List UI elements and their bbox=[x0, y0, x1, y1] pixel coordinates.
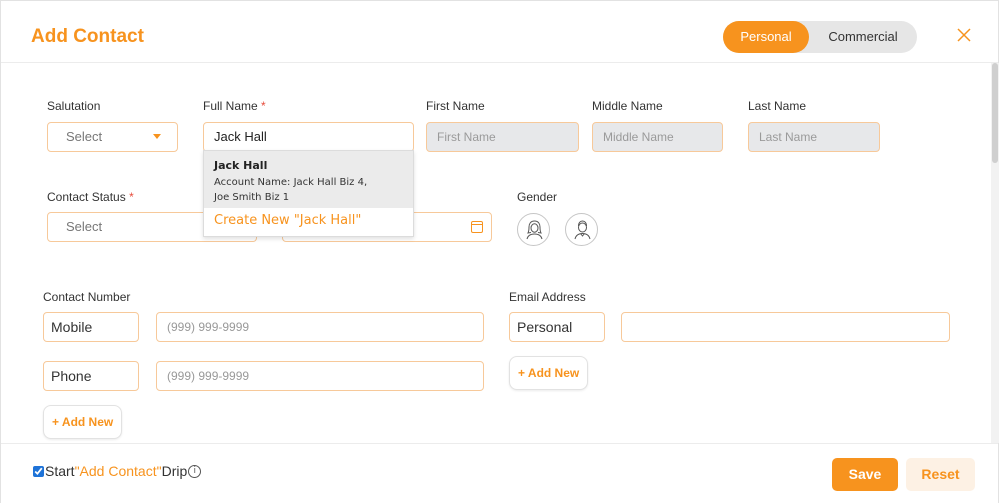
drip-suffix-text: Drip bbox=[161, 463, 188, 479]
start-drip-checkbox[interactable] bbox=[33, 465, 44, 477]
middle-name-input[interactable]: Middle Name bbox=[592, 122, 723, 152]
autocomplete-option[interactable]: Jack Hall Account Name: Jack Hall Biz 4,… bbox=[204, 151, 413, 208]
email-input[interactable] bbox=[621, 312, 950, 342]
chevron-down-icon bbox=[153, 134, 161, 139]
middle-name-placeholder: Middle Name bbox=[603, 130, 674, 144]
salutation-value: Select bbox=[66, 129, 103, 144]
required-marker: * bbox=[261, 99, 266, 113]
mobile-type-value: Mobile bbox=[51, 319, 93, 335]
gender-label: Gender bbox=[517, 190, 558, 204]
scrollbar-thumb[interactable] bbox=[992, 63, 998, 163]
add-contact-number-button[interactable]: + Add New bbox=[43, 405, 123, 439]
first-name-label: First Name bbox=[426, 99, 485, 113]
contact-number-label: Contact Number bbox=[43, 290, 131, 304]
full-name-input[interactable]: Jack Hall bbox=[203, 122, 414, 152]
mobile-number-input[interactable]: (999) 999-9999 bbox=[156, 312, 484, 342]
contact-status-label: Contact Status * bbox=[47, 190, 134, 204]
salutation-select[interactable]: Select bbox=[47, 122, 178, 152]
last-name-label: Last Name bbox=[748, 99, 807, 113]
gender-male-button[interactable] bbox=[565, 213, 598, 246]
drip-name-text: "Add Contact" bbox=[74, 463, 162, 479]
full-name-autocomplete-dropdown: Jack Hall Account Name: Jack Hall Biz 4,… bbox=[203, 150, 414, 237]
email-type-select[interactable]: Personal bbox=[509, 312, 605, 342]
full-name-label: Full Name * bbox=[203, 99, 266, 113]
phone-type-select[interactable]: Phone bbox=[43, 361, 139, 391]
vertical-scrollbar[interactable] bbox=[991, 63, 999, 443]
info-icon[interactable]: i bbox=[188, 464, 202, 478]
add-email-button[interactable]: + Add New bbox=[509, 356, 589, 390]
toggle-personal-button[interactable]: Personal bbox=[723, 21, 809, 53]
option-account-line-2: Joe Smith Biz 1 bbox=[214, 192, 290, 203]
required-marker: * bbox=[129, 190, 134, 204]
phone-number-input[interactable]: (999) 999-9999 bbox=[156, 361, 484, 391]
mobile-number-placeholder: (999) 999-9999 bbox=[167, 320, 250, 334]
modal-title: Add Contact bbox=[31, 26, 144, 47]
female-avatar-icon bbox=[526, 220, 543, 240]
email-type-value: Personal bbox=[517, 319, 573, 335]
option-account-names: Account Name: Jack Hall Biz 4, Joe Smith… bbox=[214, 175, 403, 205]
drip-prefix-text: Start bbox=[45, 463, 75, 479]
save-button[interactable]: Save bbox=[832, 458, 898, 491]
modal-header: Add Contact Personal Commercial bbox=[1, 1, 998, 63]
gender-female-button[interactable] bbox=[517, 213, 550, 246]
phone-number-placeholder: (999) 999-9999 bbox=[167, 369, 250, 383]
last-name-placeholder: Last Name bbox=[759, 130, 818, 144]
mobile-type-select[interactable]: Mobile bbox=[43, 312, 139, 342]
full-name-value: Jack Hall bbox=[214, 129, 267, 144]
last-name-input[interactable]: Last Name bbox=[748, 122, 880, 152]
option-account-line-1: Account Name: Jack Hall Biz 4, bbox=[214, 177, 368, 188]
contact-type-toggle[interactable]: Personal Commercial bbox=[723, 21, 917, 53]
first-name-placeholder: First Name bbox=[437, 130, 496, 144]
modal-footer: Start "Add Contact" Drip i Save Reset bbox=[1, 443, 998, 503]
create-new-contact-option[interactable]: Create New "Jack Hall" bbox=[214, 213, 361, 228]
middle-name-label: Middle Name bbox=[592, 99, 663, 113]
male-avatar-icon bbox=[574, 220, 591, 240]
email-address-label: Email Address bbox=[509, 290, 586, 304]
first-name-input[interactable]: First Name bbox=[426, 122, 579, 152]
contact-status-value: Select bbox=[66, 219, 103, 234]
start-drip-option: Start "Add Contact" Drip i bbox=[33, 463, 202, 479]
calendar-icon[interactable] bbox=[471, 221, 483, 233]
toggle-commercial-button[interactable]: Commercial bbox=[809, 21, 917, 53]
salutation-label: Salutation bbox=[47, 99, 101, 113]
option-contact-name: Jack Hall bbox=[214, 159, 268, 172]
phone-type-value: Phone bbox=[51, 368, 92, 384]
add-contact-modal: Add Contact Personal Commercial Salutati… bbox=[0, 0, 999, 503]
reset-button[interactable]: Reset bbox=[906, 458, 975, 491]
close-icon[interactable] bbox=[956, 27, 972, 43]
